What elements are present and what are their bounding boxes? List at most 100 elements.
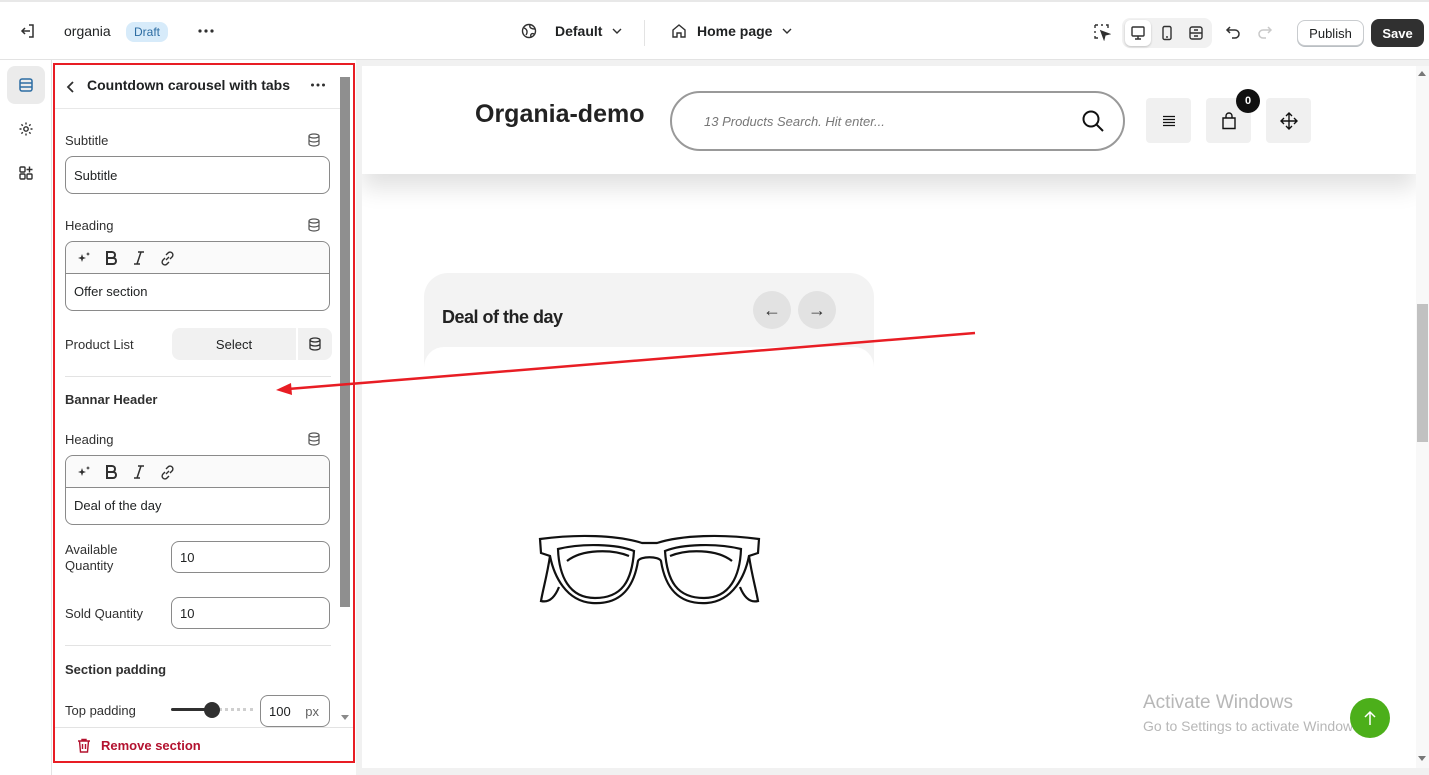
subtitle-label: Subtitle [65,133,109,148]
save-button[interactable]: Save [1371,19,1424,47]
top-padding-unit: px [305,703,319,719]
preview-scrollbar-thumb[interactable] [1417,304,1428,442]
top-padding-input[interactable]: 100 px [260,695,330,727]
top-padding-value: 100 [269,703,291,719]
remove-section-label: Remove section [101,738,201,753]
watermark-title: Activate Windows [1143,692,1293,713]
section-padding-title: Section padding [65,662,167,677]
arrow-left-icon[interactable]: ← [753,291,791,329]
ai-sparkle-icon[interactable] [74,462,94,482]
subtitle-input[interactable]: Subtitle [65,156,330,194]
banner-header-title: Bannar Header [65,392,158,407]
gear-icon[interactable] [7,110,45,148]
theme-name: organia [64,23,111,39]
store-title[interactable]: Organia-demo [475,100,644,129]
available-quantity-input[interactable]: 10 [171,541,330,573]
panel-scrollbar[interactable] [338,65,352,727]
dynamic-source-icon[interactable] [298,328,332,360]
arrow-up-icon [1364,710,1376,725]
more-options-icon[interactable] [192,17,220,45]
sold-quantity-label: Sold Quantity [65,606,144,621]
heading-rich-text-editor[interactable]: Offer section [65,241,330,311]
rte-toolbar [66,456,329,488]
top-padding-label: Top padding [65,703,136,718]
status-badge: Draft [126,22,169,42]
panel-header: Countdown carousel with tabs [55,65,341,109]
inspector-icon[interactable] [1088,18,1116,46]
top-padding-slider[interactable] [171,702,253,718]
more-options-icon[interactable] [304,71,332,99]
store-header: Organia-demo 13 Products Search. Hit ent… [362,66,1416,174]
product-list-select: Select [172,328,332,360]
search-placeholder: 13 Products Search. Hit enter... [704,114,885,129]
italic-icon[interactable] [129,462,149,482]
banner-heading-text: Deal of the day [74,498,162,513]
publish-button[interactable]: Publish [1297,20,1364,46]
deal-content [424,347,874,373]
panel-title: Countdown carousel with tabs [87,77,291,93]
search-input[interactable]: 13 Products Search. Hit enter... [670,91,1125,151]
chevron-down-icon [612,28,622,34]
bold-icon[interactable] [101,462,121,482]
globe-icon [521,23,537,39]
heading-text: Offer section [74,284,148,299]
section-settings-panel: Countdown carousel with tabs Subtitle Su… [53,63,355,763]
apps-icon[interactable] [7,154,45,192]
windows-activation-watermark: Activate Windows Go to Settings to activ… [1143,692,1364,734]
back-to-top-button[interactable] [1350,698,1390,738]
watermark-subtitle: Go to Settings to activate Windows. [1143,718,1364,734]
link-icon[interactable] [157,248,177,268]
back-icon[interactable] [57,73,85,101]
banner-heading-label: Heading [65,432,114,447]
available-quantity-label: Available Quantity [65,542,118,573]
home-icon [672,24,686,38]
desktop-view-icon[interactable] [1125,20,1151,46]
italic-icon[interactable] [129,248,149,268]
rte-toolbar [66,242,329,274]
deal-title: Deal of the day [442,307,563,327]
select-products-button[interactable]: Select [172,328,298,360]
panel-scrollbar-thumb[interactable] [340,77,350,607]
heading-label: Heading [65,218,114,233]
scroll-down-icon[interactable] [341,715,349,720]
dynamic-source-icon[interactable] [307,432,321,451]
undo-icon[interactable] [1219,18,1247,46]
banner-heading-rich-text-editor[interactable]: Deal of the day [65,455,330,525]
template-selector[interactable]: Default [521,23,622,39]
divider [65,376,331,377]
sections-icon[interactable] [7,66,45,104]
move-icon[interactable] [1266,98,1311,143]
mobile-view-icon[interactable] [1154,20,1180,46]
preview-scrollbar[interactable] [1416,66,1429,768]
ai-sparkle-icon[interactable] [74,248,94,268]
link-icon[interactable] [157,462,177,482]
viewport-switcher [1122,18,1212,48]
top-bar: organia Draft Default Home page Publish … [0,0,1429,60]
chevron-down-icon [782,28,792,34]
scroll-up-icon[interactable] [1418,71,1426,76]
deal-card: Deal of the day ← → [424,273,874,373]
divider [644,20,645,46]
dynamic-source-icon[interactable] [307,133,321,152]
redo-icon[interactable] [1251,18,1279,46]
page-label: Home page [697,23,773,39]
arrow-right-icon[interactable]: → [798,291,836,329]
page-selector[interactable]: Home page [671,23,792,39]
sidebar-rail [0,60,52,775]
slider-thumb[interactable] [204,702,220,718]
sunglasses-image [538,534,761,605]
sold-quantity-input[interactable]: 10 [171,597,330,629]
trash-icon [78,738,90,753]
exit-icon[interactable] [14,17,42,45]
fullscreen-view-icon[interactable] [1183,20,1209,46]
cart-count-badge: 0 [1236,89,1260,113]
product-list-label: Product List [65,337,134,352]
store-preview: Organia-demo 13 Products Search. Hit ent… [362,66,1416,768]
remove-section-button[interactable]: Remove section [55,727,353,761]
search-icon[interactable] [1082,110,1104,132]
template-label: Default [555,23,603,39]
scroll-down-icon[interactable] [1418,756,1426,761]
menu-icon[interactable] [1146,98,1191,143]
bold-icon[interactable] [101,248,121,268]
dynamic-source-icon[interactable] [307,218,321,237]
